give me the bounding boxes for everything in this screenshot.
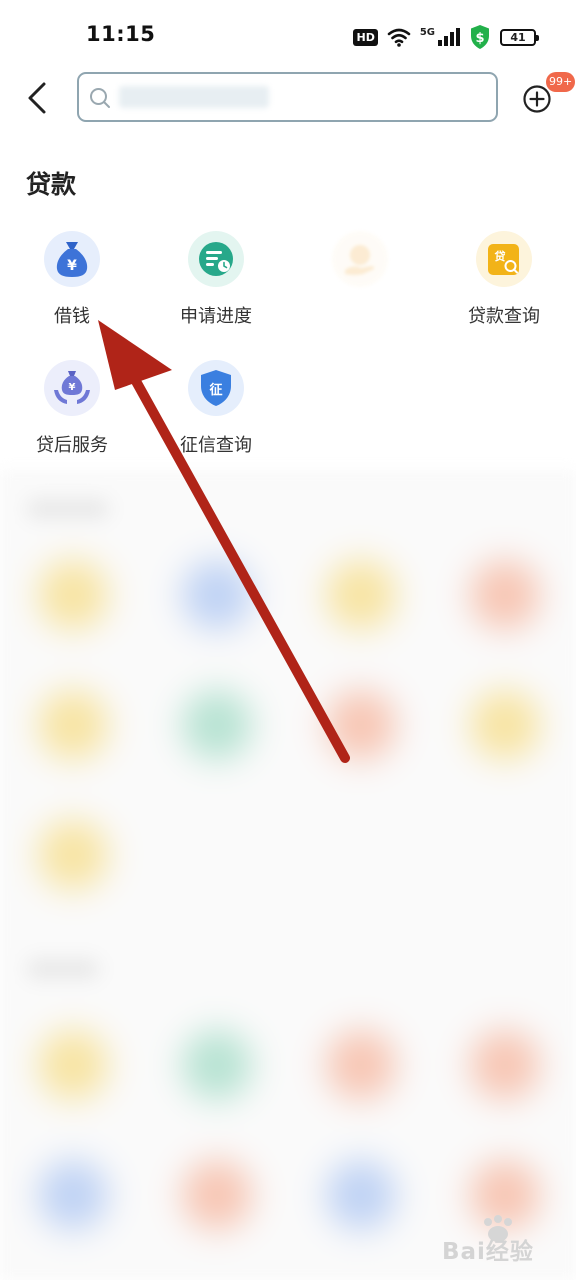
grid-item-loan-query[interactable]: 贷 贷款查询 xyxy=(432,231,576,328)
grid-item-post-loan-service[interactable]: ¥ 贷后服务 xyxy=(0,360,144,457)
grid-item-label: 借钱 xyxy=(54,306,90,327)
svg-text:贷: 贷 xyxy=(495,249,506,263)
svg-text:¥: ¥ xyxy=(69,382,76,393)
notification-badge: 99+ xyxy=(546,72,576,92)
grid-item-credit-query[interactable]: 征 征信查询 xyxy=(144,360,288,457)
svg-text:¥: ¥ xyxy=(67,258,77,274)
money-bag-yen-icon: ¥ xyxy=(56,242,88,277)
watermark-text: Bai经验 xyxy=(442,1239,534,1265)
grid-item-hidden[interactable] xyxy=(288,231,432,302)
search-icon xyxy=(90,88,110,108)
section-title: 贷款 xyxy=(26,170,77,199)
grid-item-label: 申请进度 xyxy=(180,306,252,327)
icon-wrap xyxy=(332,231,388,287)
icon-wrap: 贷 xyxy=(476,231,532,287)
credit-shield-icon: 征 xyxy=(201,370,231,406)
icon-wrap xyxy=(188,231,244,287)
wifi-icon xyxy=(387,28,411,47)
grid-item-borrow[interactable]: ¥ 借钱 xyxy=(0,231,144,328)
loan-search-icon: 贷 xyxy=(488,244,519,275)
battery-icon: 41 xyxy=(500,28,539,46)
search-box[interactable] xyxy=(77,72,498,122)
icon-wrap: 征 xyxy=(188,360,244,416)
grid-item-label: 贷款查询 xyxy=(468,306,540,327)
hands-money-bag-icon: ¥ xyxy=(54,371,90,404)
progress-list-icon xyxy=(199,242,233,276)
icon-wrap: ¥ xyxy=(44,231,100,287)
icon-wrap: ¥ xyxy=(44,360,100,416)
search-input[interactable] xyxy=(117,82,481,114)
back-icon[interactable] xyxy=(22,80,56,116)
network-label: 5G xyxy=(419,27,435,38)
blurred-content-area xyxy=(0,470,576,1280)
hd-icon: HD xyxy=(353,28,378,46)
hand-money-icon xyxy=(345,245,375,275)
status-bar: 11:15 HD 5G $ 41 xyxy=(0,0,576,70)
svg-text:征: 征 xyxy=(209,382,222,398)
svg-text:$: $ xyxy=(475,31,484,46)
status-time: 11:15 xyxy=(86,22,156,46)
grid-item-label: 征信查询 xyxy=(180,435,252,456)
signal-5g-icon: 5G xyxy=(420,28,460,46)
grid-item-application-progress[interactable]: 申请进度 xyxy=(144,231,288,328)
status-icons: HD 5G $ 41 xyxy=(353,22,539,52)
security-shield-icon: $ xyxy=(471,25,489,49)
grid-item-label: 贷后服务 xyxy=(36,435,108,456)
baidu-watermark: Bai经验 xyxy=(440,1212,550,1268)
